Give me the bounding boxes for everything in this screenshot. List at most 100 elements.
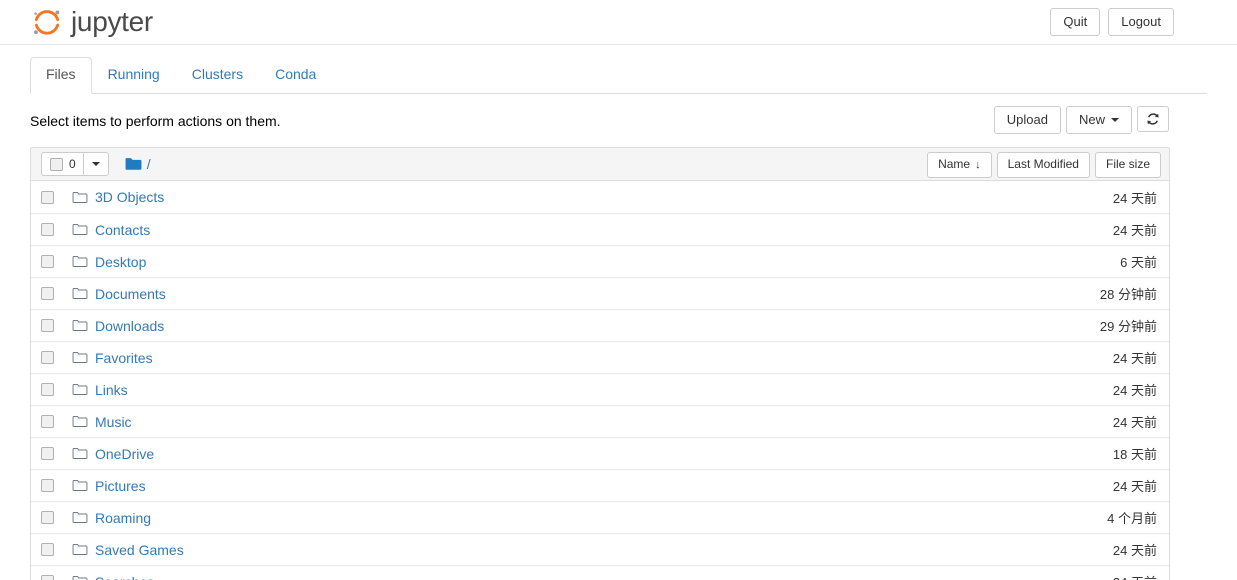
folder-icon	[72, 223, 88, 236]
tab-running-link[interactable]: Running	[92, 57, 176, 94]
row-select-checkbox[interactable]	[41, 287, 54, 300]
sort-controls: Name ↓ Last Modified File size	[927, 152, 1161, 178]
tab-clusters[interactable]: Clusters	[176, 57, 259, 94]
file-name-link[interactable]: Searches	[95, 574, 154, 580]
breadcrumb[interactable]: /	[125, 156, 151, 172]
file-name-link[interactable]: Roaming	[95, 510, 151, 526]
folder-icon	[72, 415, 88, 428]
app-header: jupyter Quit Logout	[0, 0, 1237, 45]
folder-icon	[72, 543, 88, 556]
row-select-checkbox[interactable]	[41, 223, 54, 236]
row-select-checkbox[interactable]	[41, 415, 54, 428]
table-row[interactable]: Roaming 4 个月前	[31, 501, 1169, 533]
row-select-checkbox[interactable]	[41, 255, 54, 268]
table-row[interactable]: Desktop 6 天前	[31, 245, 1169, 277]
folder-icon	[72, 319, 88, 332]
select-all-checkbox[interactable]	[50, 157, 63, 171]
table-row[interactable]: Pictures 24 天前	[31, 469, 1169, 501]
folder-icon	[72, 319, 88, 332]
file-name-link[interactable]: Downloads	[95, 318, 164, 334]
folder-icon	[72, 511, 88, 524]
row-select-checkbox[interactable]	[41, 543, 54, 556]
table-row[interactable]: Documents 28 分钟前	[31, 277, 1169, 309]
table-row[interactable]: 3D Objects 24 天前	[31, 181, 1169, 213]
table-row[interactable]: Downloads 29 分钟前	[31, 309, 1169, 341]
quit-button[interactable]: Quit	[1050, 8, 1101, 36]
table-row[interactable]: Searches 24 天前	[31, 565, 1169, 580]
folder-icon	[72, 479, 88, 492]
sort-by-name-label: Name	[938, 157, 971, 171]
jupyter-logo[interactable]: jupyter	[30, 4, 153, 42]
folder-icon	[72, 383, 88, 396]
jupyter-logo-icon	[33, 10, 60, 35]
file-modified-text: 18 天前	[1112, 447, 1157, 462]
row-select-checkbox[interactable]	[41, 383, 54, 396]
file-name-link[interactable]: Pictures	[95, 478, 146, 494]
upload-button[interactable]: Upload	[993, 106, 1061, 134]
tab-clusters-link[interactable]: Clusters	[176, 57, 259, 94]
refresh-button[interactable]	[1137, 106, 1169, 132]
tab-files[interactable]: Files	[30, 57, 92, 94]
file-name-link[interactable]: 3D Objects	[95, 189, 164, 205]
file-name-link[interactable]: Documents	[95, 286, 166, 302]
chevron-down-icon	[91, 162, 100, 166]
file-name-link[interactable]: Desktop	[95, 254, 146, 270]
folder-icon	[72, 575, 88, 580]
row-select-checkbox[interactable]	[41, 351, 54, 364]
sort-by-name-button[interactable]: Name ↓	[927, 152, 992, 178]
file-modified-text: 24 天前	[1112, 223, 1157, 238]
chevron-down-icon	[1111, 117, 1119, 122]
file-modified-text: 24 天前	[1112, 190, 1157, 206]
logout-button[interactable]: Logout	[1108, 8, 1174, 36]
file-modified-text: 24 天前	[1112, 543, 1157, 558]
folder-icon	[72, 479, 88, 492]
folder-icon	[72, 351, 88, 364]
tab-running[interactable]: Running	[92, 57, 176, 94]
row-select-checkbox[interactable]	[41, 319, 54, 332]
tab-files-link[interactable]: Files	[30, 57, 92, 94]
row-select-checkbox[interactable]	[41, 479, 54, 492]
folder-icon	[72, 191, 88, 203]
table-row[interactable]: Links 24 天前	[31, 373, 1169, 405]
select-all-box[interactable]: 0	[41, 152, 83, 176]
sort-by-modified-button[interactable]: Last Modified	[996, 152, 1090, 178]
file-modified-text: 24 天前	[1112, 479, 1157, 494]
file-name-link[interactable]: Saved Games	[95, 542, 184, 558]
row-select-checkbox[interactable]	[41, 575, 54, 580]
new-button-label: New	[1078, 112, 1105, 127]
table-row[interactable]: Contacts 24 天前	[31, 213, 1169, 245]
tab-conda[interactable]: Conda	[259, 57, 332, 94]
file-name-link[interactable]: Music	[95, 414, 132, 430]
file-name-link[interactable]: OneDrive	[95, 446, 154, 462]
table-row[interactable]: Music 24 天前	[31, 405, 1169, 437]
table-row[interactable]: OneDrive 18 天前	[31, 437, 1169, 469]
sort-by-size-button[interactable]: File size	[1094, 152, 1161, 178]
tab-list: Files Running Clusters Conda	[30, 57, 1207, 94]
folder-icon	[72, 255, 88, 268]
file-name-link[interactable]: Favorites	[95, 350, 153, 366]
file-modified-text: 29 分钟前	[1099, 319, 1157, 334]
row-select-checkbox[interactable]	[41, 511, 54, 524]
header-button-group: Quit Logout	[1050, 8, 1174, 36]
folder-icon	[72, 255, 88, 268]
file-modified-text: 28 分钟前	[1099, 287, 1157, 302]
selection-menu-button[interactable]	[82, 152, 109, 176]
tab-conda-link[interactable]: Conda	[259, 57, 332, 94]
file-name-link[interactable]: Links	[95, 382, 128, 398]
new-button[interactable]: New	[1065, 106, 1132, 134]
row-select-checkbox[interactable]	[41, 447, 54, 460]
folder-icon	[72, 447, 88, 460]
table-row[interactable]: Saved Games 24 天前	[31, 533, 1169, 565]
folder-icon	[72, 383, 88, 396]
file-name-link[interactable]: Contacts	[95, 222, 150, 238]
file-modified-text: 24 天前	[1112, 383, 1157, 398]
jupyter-logo-text: jupyter	[71, 5, 153, 37]
action-button-group: Upload New	[993, 106, 1169, 134]
file-browser-list: 0 / Name ↓ Last Modified File size 3D Ob…	[30, 147, 1170, 580]
row-select-checkbox[interactable]	[41, 190, 54, 204]
table-row[interactable]: Favorites 24 天前	[31, 341, 1169, 373]
folder-icon	[72, 415, 88, 428]
breadcrumb-path[interactable]: /	[147, 156, 151, 172]
folder-icon	[72, 575, 88, 580]
file-modified-text: 4 个月前	[1107, 511, 1157, 526]
